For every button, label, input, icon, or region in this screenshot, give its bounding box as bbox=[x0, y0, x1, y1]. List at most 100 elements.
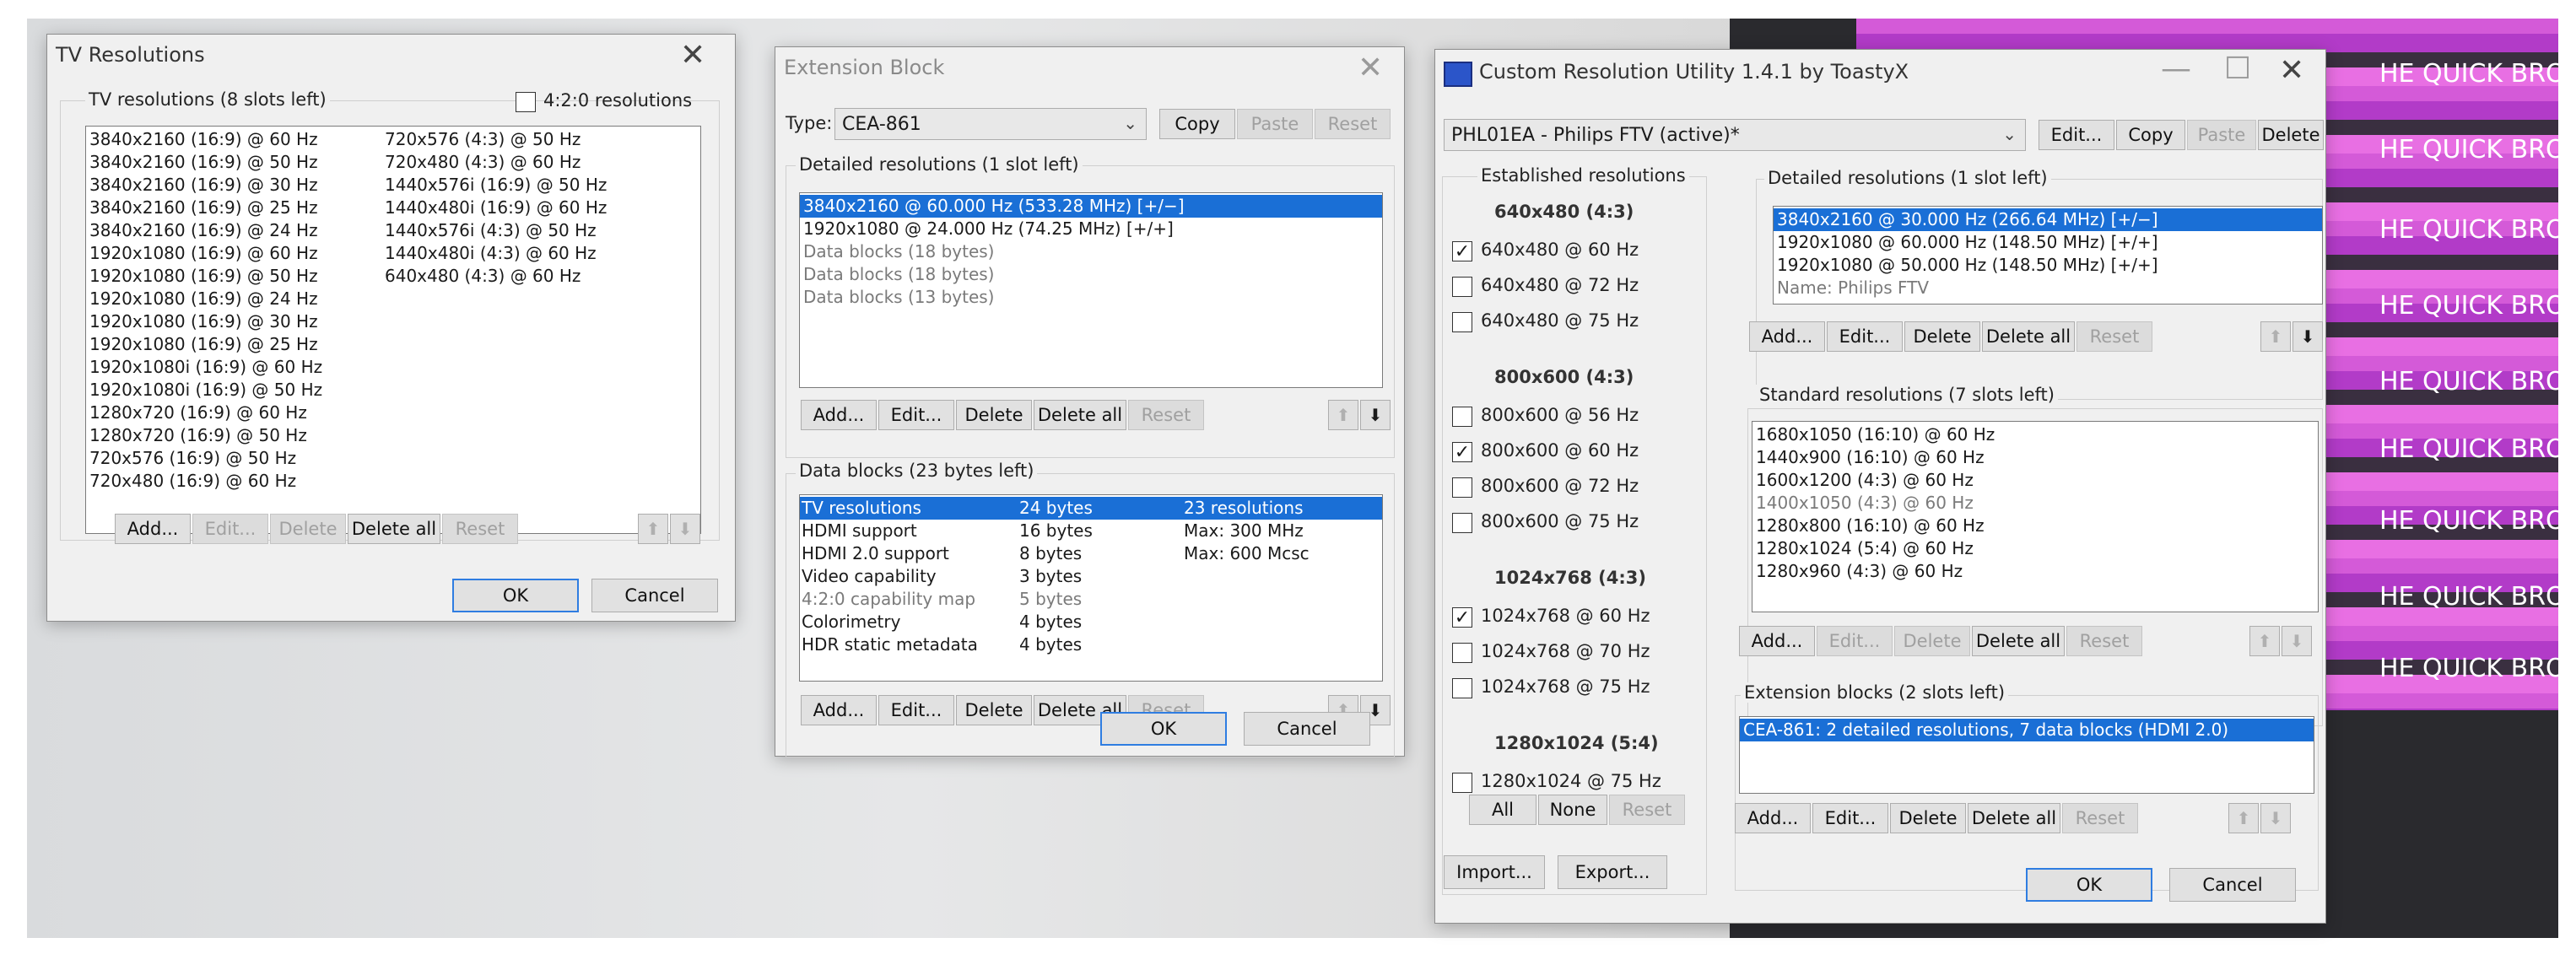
tv-resolution-item[interactable]: 1920x1080 (16:9) @ 25 Hz bbox=[86, 333, 390, 356]
move-down-icon[interactable]: ⬇ bbox=[670, 514, 700, 544]
minimize-icon[interactable]: — bbox=[2161, 51, 2191, 86]
standard-resolution-item[interactable]: 1280x960 (4:3) @ 60 Hz bbox=[1752, 560, 2318, 583]
detailed-resolution-item[interactable]: Data blocks (18 bytes) bbox=[800, 240, 1382, 263]
paste-button[interactable]: Paste bbox=[2187, 120, 2256, 150]
standard-resolution-item[interactable]: 1280x800 (16:10) @ 60 Hz bbox=[1752, 515, 2318, 537]
data-blocks-list[interactable]: TV resolutions 24 bytes 23 resolutions HDMI… bbox=[799, 494, 1383, 682]
delete-all-button[interactable]: Delete all bbox=[1982, 321, 2075, 352]
reset-button[interactable]: Reset bbox=[1128, 400, 1204, 430]
delete-all-button[interactable]: Delete all bbox=[1972, 626, 2065, 656]
edit-button[interactable]: Edit... bbox=[2039, 120, 2114, 150]
tv-resolution-item[interactable]: 3840x2160 (16:9) @ 25 Hz bbox=[86, 197, 390, 219]
select-none-button[interactable]: None bbox=[1538, 795, 1607, 825]
established-checkbox[interactable] bbox=[1452, 407, 1472, 427]
detailed-resolutions-list[interactable]: 3840x2160 @ 60.000 Hz (533.28 MHz) [+/−]… bbox=[799, 192, 1383, 388]
copy-button[interactable]: Copy bbox=[1159, 109, 1235, 139]
reset-button[interactable]: Reset bbox=[2062, 803, 2138, 833]
extension-block-item[interactable]: CEA-861: 2 detailed resolutions, 7 data … bbox=[1740, 719, 2314, 741]
established-checkbox[interactable] bbox=[1452, 513, 1472, 533]
ok-button[interactable]: OK bbox=[1100, 712, 1227, 746]
tv-resolution-item[interactable]: 3840x2160 (16:9) @ 30 Hz bbox=[86, 174, 390, 197]
move-up-icon[interactable]: ⬆ bbox=[1328, 400, 1358, 430]
cru-detailed-item[interactable]: 3840x2160 @ 30.000 Hz (266.64 MHz) [+/−] bbox=[1774, 208, 2322, 231]
move-down-icon[interactable]: ⬇ bbox=[2260, 803, 2291, 833]
delete-all-button[interactable]: Delete all bbox=[348, 514, 440, 544]
established-checkbox[interactable] bbox=[1452, 277, 1472, 297]
maximize-icon[interactable]: ☐ bbox=[2224, 51, 2251, 86]
tv-resolution-item[interactable]: 3840x2160 (16:9) @ 50 Hz bbox=[86, 151, 390, 174]
edit-button[interactable]: Edit... bbox=[878, 400, 954, 430]
tv-resolution-item[interactable]: 1440x480i (4:3) @ 60 Hz bbox=[381, 242, 694, 265]
move-down-icon[interactable]: ⬇ bbox=[2282, 626, 2312, 656]
ok-button[interactable]: OK bbox=[452, 579, 579, 612]
move-up-icon[interactable]: ⬆ bbox=[2228, 803, 2259, 833]
data-block-row[interactable]: HDMI 2.0 support 8 bytes Max: 600 Mcsc bbox=[800, 542, 1382, 565]
reset-button[interactable]: Reset bbox=[1315, 109, 1391, 139]
move-down-icon[interactable]: ⬇ bbox=[1360, 400, 1391, 430]
standard-resolution-item[interactable]: 1680x1050 (16:10) @ 60 Hz bbox=[1752, 423, 2318, 446]
cancel-button[interactable]: Cancel bbox=[1244, 712, 1370, 746]
copy-button[interactable]: Copy bbox=[2116, 120, 2185, 150]
reset-button[interactable]: Reset bbox=[2066, 626, 2142, 656]
tv-resolution-item[interactable]: 720x480 (16:9) @ 60 Hz bbox=[86, 470, 390, 493]
edit-button[interactable]: Edit... bbox=[878, 695, 954, 725]
tv-resolution-item[interactable]: 1920x1080i (16:9) @ 50 Hz bbox=[86, 379, 390, 402]
tv-resolution-item[interactable]: 1920x1080i (16:9) @ 60 Hz bbox=[86, 356, 390, 379]
data-block-row[interactable]: Video capability 3 bytes bbox=[800, 565, 1382, 588]
move-up-icon[interactable]: ⬆ bbox=[2249, 626, 2280, 656]
paste-button[interactable]: Paste bbox=[1237, 109, 1313, 139]
close-icon[interactable]: ✕ bbox=[680, 38, 705, 73]
data-block-row[interactable]: Colorimetry 4 bytes bbox=[800, 611, 1382, 633]
established-checkbox[interactable] bbox=[1452, 477, 1472, 498]
established-checkbox[interactable] bbox=[1452, 312, 1472, 332]
tv-resolution-item[interactable]: 3840x2160 (16:9) @ 60 Hz bbox=[86, 128, 390, 151]
tv-resolution-item[interactable]: 720x480 (4:3) @ 60 Hz bbox=[381, 151, 694, 174]
tv-resolution-item[interactable]: 1920x1080 (16:9) @ 60 Hz bbox=[86, 242, 390, 265]
reset-button[interactable]: Reset bbox=[2076, 321, 2152, 352]
close-icon[interactable]: ✕ bbox=[1358, 51, 1383, 85]
add-button[interactable]: Add... bbox=[801, 695, 877, 725]
tv-resolution-item[interactable]: 1920x1080 (16:9) @ 30 Hz bbox=[86, 310, 390, 333]
delete-all-button[interactable]: Delete all bbox=[1034, 400, 1126, 430]
detailed-resolution-item[interactable]: Data blocks (13 bytes) bbox=[800, 286, 1382, 309]
detailed-resolution-item[interactable]: 1920x1080 @ 24.000 Hz (74.25 MHz) [+/+] bbox=[800, 218, 1382, 240]
move-down-icon[interactable]: ⬇ bbox=[2292, 321, 2323, 352]
tv-resolution-item[interactable]: 1920x1080 (16:9) @ 24 Hz bbox=[86, 288, 390, 310]
add-button[interactable]: Add... bbox=[1749, 321, 1825, 352]
delete-button[interactable]: Delete bbox=[2258, 120, 2324, 150]
established-checkbox[interactable]: ✓ bbox=[1452, 241, 1472, 262]
reset-established-button[interactable]: Reset bbox=[1609, 795, 1685, 825]
delete-button[interactable]: Delete bbox=[1904, 321, 1980, 352]
close-icon[interactable]: ✕ bbox=[2279, 53, 2304, 88]
standard-resolution-item[interactable]: 1280x1024 (5:4) @ 60 Hz bbox=[1752, 537, 2318, 560]
standard-resolution-item[interactable]: 1400x1050 (4:3) @ 60 Hz bbox=[1752, 492, 2318, 515]
move-up-icon[interactable]: ⬆ bbox=[638, 514, 668, 544]
edit-button[interactable]: Edit... bbox=[1817, 626, 1893, 656]
tv-resolution-item[interactable]: 1440x480i (16:9) @ 60 Hz bbox=[381, 197, 694, 219]
established-checkbox[interactable]: ✓ bbox=[1452, 607, 1472, 628]
add-button[interactable]: Add... bbox=[115, 514, 191, 544]
select-all-button[interactable]: All bbox=[1469, 795, 1536, 825]
edit-button[interactable]: Edit... bbox=[1812, 803, 1888, 833]
option-420-checkbox[interactable] bbox=[516, 92, 536, 112]
ok-button[interactable]: OK bbox=[2026, 868, 2152, 902]
tv-resolution-item[interactable]: 1440x576i (16:9) @ 50 Hz bbox=[381, 174, 694, 197]
delete-all-button[interactable]: Delete all bbox=[1968, 803, 2060, 833]
established-checkbox[interactable]: ✓ bbox=[1452, 442, 1472, 463]
edit-button[interactable]: Edit... bbox=[1827, 321, 1903, 352]
move-up-icon[interactable]: ⬆ bbox=[2260, 321, 2291, 352]
delete-button[interactable]: Delete bbox=[1890, 803, 1966, 833]
tv-resolution-item[interactable]: 1440x576i (4:3) @ 50 Hz bbox=[381, 219, 694, 242]
delete-button[interactable]: Delete bbox=[956, 695, 1032, 725]
standard-resolution-item[interactable]: 1440x900 (16:10) @ 60 Hz bbox=[1752, 446, 2318, 469]
tv-resolution-item[interactable]: 1280x720 (16:9) @ 50 Hz bbox=[86, 424, 390, 447]
standard-list[interactable]: 1680x1050 (16:10) @ 60 Hz 1440x900 (16:10… bbox=[1752, 421, 2319, 612]
edit-button[interactable]: Edit... bbox=[192, 514, 268, 544]
cru-detailed-item[interactable]: Name: Philips FTV bbox=[1774, 277, 2322, 299]
add-button[interactable]: Add... bbox=[801, 400, 877, 430]
delete-button[interactable]: Delete bbox=[270, 514, 346, 544]
data-block-row[interactable]: HDR static metadata 4 bytes bbox=[800, 633, 1382, 656]
tv-resolution-item[interactable]: 1920x1080 (16:9) @ 50 Hz bbox=[86, 265, 390, 288]
detailed-resolution-item[interactable]: Data blocks (18 bytes) bbox=[800, 263, 1382, 286]
tv-resolutions-list[interactable]: 3840x2160 (16:9) @ 60 Hz 3840x2160 (16:9)… bbox=[85, 126, 701, 534]
